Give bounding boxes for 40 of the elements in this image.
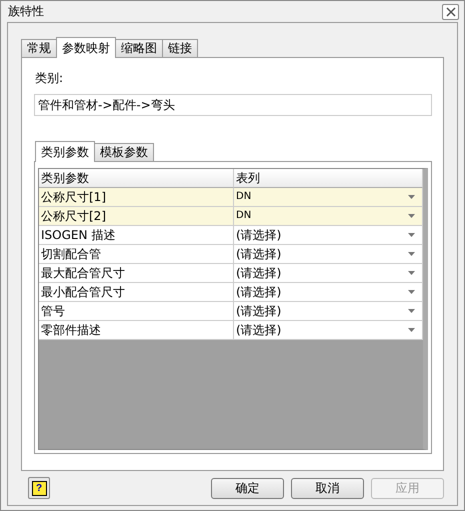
caret-icon <box>408 290 415 294</box>
dropdown[interactable]: (请选择) <box>234 302 423 321</box>
dropdown[interactable]: (请选择) <box>234 264 423 283</box>
table-cell: 公称尺寸[1] <box>39 188 234 207</box>
tab[interactable]: 常规 <box>21 39 57 57</box>
table-cell: 公称尺寸[2] <box>39 207 234 226</box>
close-button[interactable] <box>442 4 459 20</box>
category-label: 类别: <box>35 70 64 87</box>
window-title: 族特性 <box>8 3 44 20</box>
caret-icon <box>408 214 415 218</box>
table-cell: 管号 <box>39 302 234 321</box>
table-cell: 切割配合管 <box>39 245 234 264</box>
help-button[interactable]: ? <box>28 477 50 499</box>
dropdown[interactable]: (请选择) <box>234 245 423 264</box>
tab[interactable]: 缩略图 <box>115 39 163 57</box>
column-header: 类别参数 <box>39 169 234 188</box>
close-icon <box>446 6 456 16</box>
tab[interactable]: 链接 <box>162 39 198 57</box>
dialog-button[interactable]: 取消 <box>291 478 364 498</box>
tab[interactable]: 类别参数 <box>35 141 95 162</box>
dropdown[interactable]: (请选择) <box>234 226 423 245</box>
column-header: 表列 <box>234 169 423 188</box>
dropdown[interactable]: (请选择) <box>234 321 423 340</box>
caret-icon <box>408 195 415 199</box>
dropdown[interactable]: DN <box>234 188 423 207</box>
table-cell: ISOGEN 描述 <box>39 226 234 245</box>
tab[interactable]: 模板参数 <box>94 143 154 161</box>
table-cell: 最小配合管尺寸 <box>39 283 234 302</box>
dialog-button[interactable]: 确定 <box>211 478 284 498</box>
caret-icon <box>408 309 415 313</box>
dropdown[interactable]: (请选择) <box>234 283 423 302</box>
caret-icon <box>408 252 415 256</box>
table-cell: 零部件描述 <box>39 321 234 340</box>
category-field: 管件和管材->配件->弯头 <box>34 94 432 116</box>
table-cell: 最大配合管尺寸 <box>39 264 234 283</box>
caret-icon <box>408 328 415 332</box>
tab[interactable]: 参数映射 <box>56 37 116 58</box>
caret-icon <box>408 233 415 237</box>
caret-icon <box>408 271 415 275</box>
dropdown[interactable]: DN <box>234 207 423 226</box>
